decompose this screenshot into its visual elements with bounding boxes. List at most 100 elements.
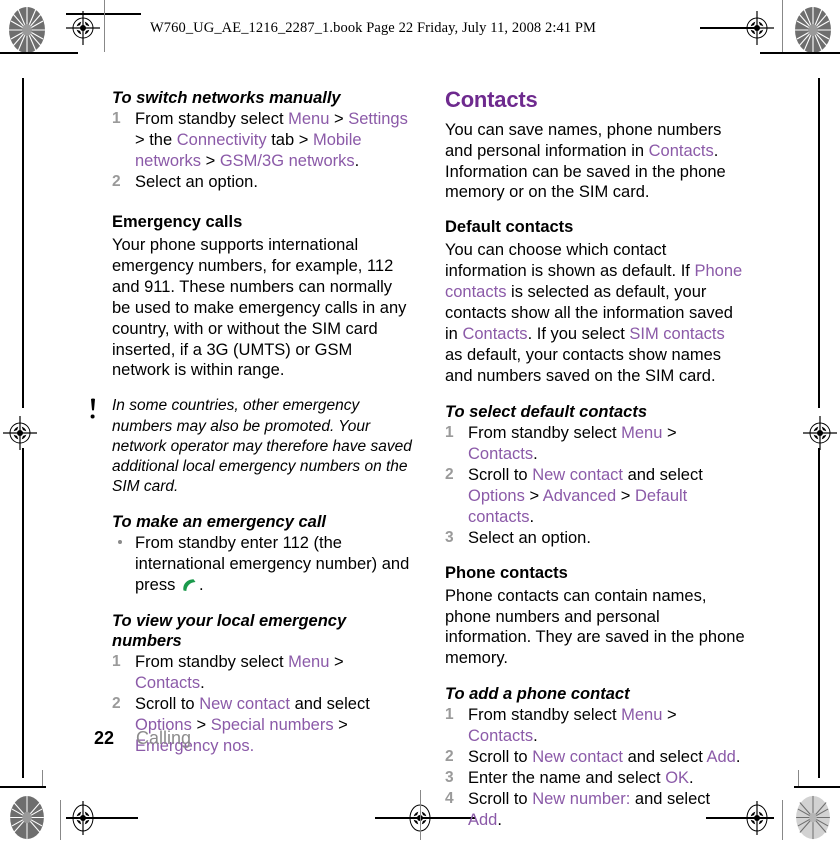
right-column: Contacts You can save names, phone numbe…	[445, 87, 745, 831]
manual-page: To switch networks manually 1 From standb…	[0, 0, 840, 840]
procedure-title-switch-networks: To switch networks manually	[112, 89, 341, 107]
list-item: 1 From standby select Menu > Contacts.	[112, 652, 412, 694]
step-number: 4	[445, 790, 454, 808]
step-text-after: .	[198, 576, 204, 595]
footer-section-name: Calling	[136, 728, 192, 748]
body-text-run: as default, your contacts show names and…	[445, 346, 722, 385]
body-text-run: and select	[622, 748, 707, 767]
body-text-run: tab >	[266, 131, 313, 150]
body-text-run: From standby select	[135, 110, 289, 129]
ui-reference: Menu	[621, 424, 663, 443]
step-text-before: From standby enter 112 (the internationa…	[135, 534, 410, 595]
body-text-run: and select	[630, 790, 711, 809]
footer-page-number: 22	[94, 728, 115, 748]
step-number: 1	[445, 424, 454, 442]
list-item: 2 Scroll to New contact and select Option…	[445, 465, 745, 528]
body-text-run: >	[662, 424, 677, 443]
body-text-run: .	[533, 444, 538, 463]
list-item: 1 From standby select Menu > Contacts.	[445, 705, 745, 747]
bullet-point	[118, 540, 122, 545]
step-number: 1	[112, 653, 121, 671]
body-text-run: From standby select	[468, 424, 622, 443]
body-text-run: >	[616, 486, 635, 505]
ui-reference: SIM contacts	[629, 325, 725, 344]
list-item: 1 From standby select Menu > Contacts.	[445, 423, 745, 465]
ui-reference: Add	[468, 811, 498, 830]
ui-reference: Contacts	[648, 141, 714, 160]
step-number: 1	[445, 706, 454, 724]
body-text-run: Scroll to	[468, 465, 533, 484]
procedure-title-view-local-emergency-numbers: To view your local emergency numbers	[112, 612, 347, 651]
list-item: 1 From standby select Menu > Settings > t…	[112, 109, 412, 172]
body-text-run: and select	[622, 465, 703, 484]
body-text-run: .	[529, 507, 535, 526]
ui-reference: Menu	[621, 706, 663, 725]
ui-reference: Contacts	[468, 727, 534, 746]
step-number: 2	[112, 172, 121, 190]
body-text-run: . If you select	[527, 325, 630, 344]
procedure-title-add-phone-contact: To add a phone contact	[445, 685, 630, 704]
body-text-run: .	[533, 727, 538, 746]
body-text-run: Scroll to	[468, 748, 533, 767]
ui-reference: New contact	[532, 748, 623, 767]
heading-default-contacts: Default contacts	[445, 218, 574, 237]
body-text-run: Scroll to	[468, 790, 533, 809]
step-number: 2	[445, 748, 454, 766]
body-text-run: > the	[135, 131, 177, 150]
ui-reference: New contact	[199, 695, 290, 714]
step-number: 2	[445, 465, 454, 483]
body-text-run: >	[524, 486, 543, 505]
body-text-run: >	[662, 706, 677, 725]
body-text-run: .	[497, 811, 502, 830]
ui-reference: GSM/3G networks	[219, 152, 355, 171]
ui-reference: Options	[468, 486, 525, 505]
body-text-run: .	[354, 152, 360, 171]
body-text-run: From standby select	[135, 653, 289, 672]
body-text-run: Enter the name and select	[468, 769, 666, 788]
body-text-run: From standby select	[468, 706, 622, 725]
body-text-run: >	[191, 716, 211, 735]
steps-switch-networks: 1 From standby select Menu > Settings > t…	[112, 109, 412, 193]
list-item: 2 Select an option.	[112, 172, 412, 193]
procedure-title-select-default-contacts: To select default contacts	[445, 402, 648, 421]
step-number: 2	[112, 695, 121, 713]
ui-reference: Contacts	[135, 674, 201, 693]
procedure-title-make-emergency-call: To make an emergency call	[112, 513, 326, 532]
paragraph-phone-contacts: Phone contacts can contain names, phone …	[445, 586, 745, 668]
body-text-run: Select an option.	[468, 528, 591, 547]
note-callout-emergency-numbers: In some countries, other emergency numbe…	[88, 396, 412, 497]
step-number: 3	[445, 769, 454, 787]
list-item: From standby enter 112 (the internationa…	[112, 533, 412, 596]
page-footer: 22 Calling	[94, 728, 191, 749]
body-text-run: >	[329, 110, 349, 129]
step-number: 1	[112, 110, 121, 128]
body-text-run: Scroll to	[135, 695, 200, 714]
heading-phone-contacts: Phone contacts	[445, 563, 568, 582]
page-title-contacts: Contacts	[445, 87, 538, 112]
ui-reference: Special numbers	[210, 716, 334, 735]
call-key-icon	[181, 577, 198, 592]
exclamation-icon	[88, 398, 98, 420]
ui-reference: Advanced	[542, 486, 617, 505]
body-text-run: >	[329, 653, 344, 672]
ui-reference: Settings	[348, 110, 408, 129]
body-text-run: Select an option.	[135, 172, 258, 191]
left-column: To switch networks manually 1 From standb…	[90, 88, 412, 757]
heading-emergency-calls: Emergency calls	[112, 212, 243, 231]
step-number: 3	[445, 528, 454, 546]
ui-reference: Contacts	[468, 444, 534, 463]
list-item: 2 Scroll to New contact and select Add.	[445, 747, 745, 768]
body-text-run: .	[200, 674, 205, 693]
ui-reference: Connectivity	[176, 131, 267, 150]
body-text-run: and select	[289, 695, 370, 714]
ui-reference: Contacts	[462, 325, 528, 344]
body-text-run: >	[333, 716, 348, 735]
body-text-run: .	[735, 748, 741, 767]
steps-select-default-contacts: 1 From standby select Menu > Contacts. 2 Sc…	[445, 423, 745, 549]
